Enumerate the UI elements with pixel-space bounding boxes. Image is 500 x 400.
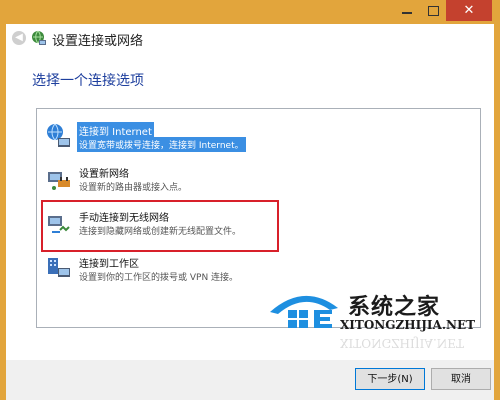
option-description: 设置到你的工作区的拨号或 VPN 连接。 xyxy=(79,273,239,283)
next-button[interactable]: 下一步(N) xyxy=(355,368,425,390)
option-setup-new-network[interactable]: 设置新网络 设置新的路由器或接入点。 xyxy=(44,164,274,204)
annotation-highlight-box xyxy=(41,200,279,252)
option-connect-workplace[interactable]: 连接到工作区 设置到你的工作区的拨号或 VPN 连接。 xyxy=(44,254,274,294)
close-button[interactable]: ✕ xyxy=(446,0,492,21)
window-right-border xyxy=(494,24,500,400)
internet-connection-icon xyxy=(44,122,72,150)
option-description: 设置宽带或拨号连接，连接到 Internet。 xyxy=(77,137,246,152)
watermark-brand: 系统之家 xyxy=(348,295,441,320)
router-icon xyxy=(44,164,72,192)
watermark-url-reflection: XITONGZHIJIA.NET xyxy=(340,336,465,350)
cancel-button[interactable]: 取消 xyxy=(431,368,491,390)
back-button[interactable]: ◀ xyxy=(12,31,26,45)
page-heading: 选择一个连接选项 xyxy=(32,73,144,89)
wizard-title: 设置连接或网络 xyxy=(52,34,144,49)
window-left-border xyxy=(0,24,6,400)
wizard-navbar: ◀ 设置连接或网络 xyxy=(6,24,494,54)
watermark-url: XITONGZHIJIA.NET xyxy=(340,318,476,332)
maximize-button[interactable] xyxy=(420,0,446,21)
system-home-logo-icon xyxy=(268,286,340,332)
window-titlebar: ✕ xyxy=(0,0,500,24)
option-connect-internet[interactable]: 连接到 Internet 设置宽带或拨号连接，连接到 Internet。 xyxy=(44,122,274,162)
minimize-button[interactable] xyxy=(394,0,420,21)
wizard-footer: 下一步(N) 取消 xyxy=(6,360,494,400)
workplace-network-icon xyxy=(44,254,72,282)
option-description: 设置新的路由器或接入点。 xyxy=(79,183,188,193)
network-globe-icon xyxy=(30,29,48,47)
